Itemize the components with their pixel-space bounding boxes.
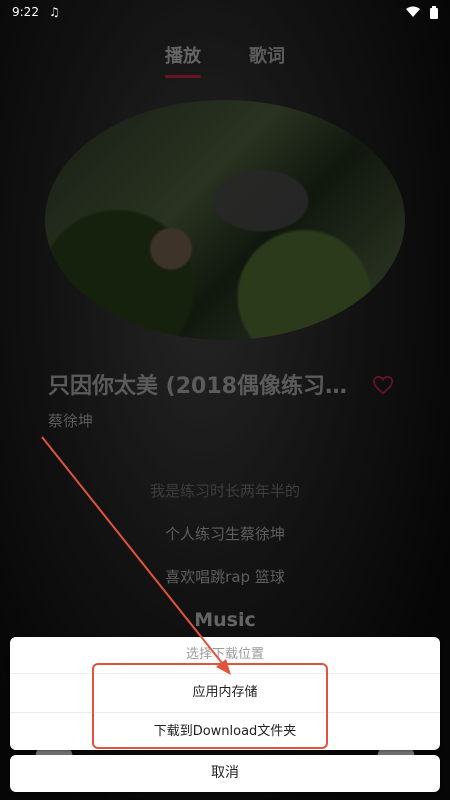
status-right [406, 5, 438, 19]
cancel-sheet: 取消 [10, 755, 440, 792]
status-bar: 9:22 ♫ [0, 0, 450, 24]
status-time: 9:22 [12, 5, 39, 19]
cancel-button[interactable]: 取消 [10, 755, 440, 792]
status-left: 9:22 ♫ [12, 5, 60, 19]
wifi-icon [406, 6, 420, 17]
battery-icon [430, 5, 438, 19]
annotation-highlight-box [92, 663, 328, 749]
music-note-icon: ♫ [48, 5, 60, 19]
